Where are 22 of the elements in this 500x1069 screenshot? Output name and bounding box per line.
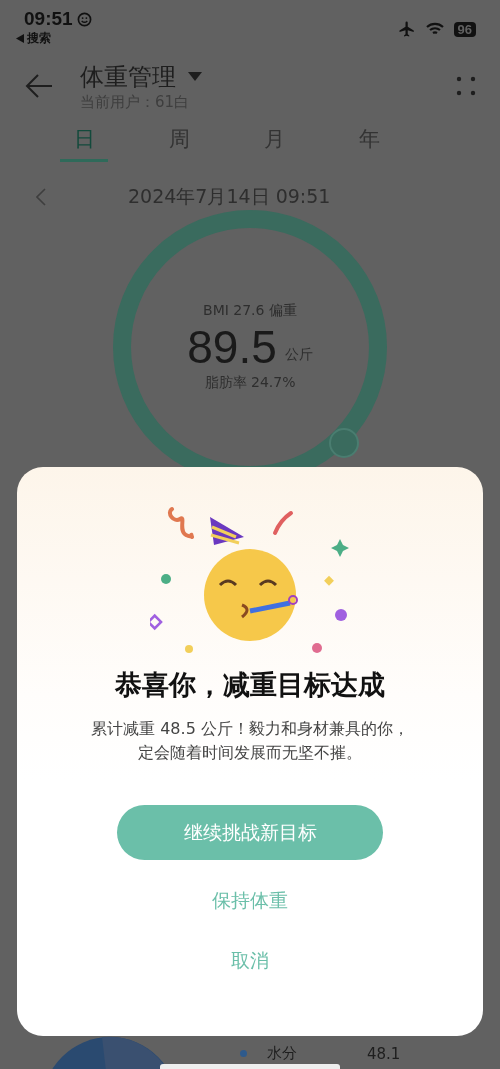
text-button[interactable]: 保持体重: [202, 882, 298, 920]
dropdown-caret-icon[interactable]: [188, 72, 202, 81]
weight-value: 89.5: [187, 320, 277, 374]
airplane-icon: [397, 20, 416, 38]
smiley-icon: [76, 11, 92, 27]
legend-value: 48.1: [367, 1044, 401, 1063]
back-arrow-icon[interactable]: [24, 73, 54, 99]
legend-label: 水分: [267, 1044, 298, 1063]
text-button[interactable]: 取消: [221, 942, 279, 980]
dialog-message: 累计减重 48.5 公斤！毅力和身材兼具的你，定会随着时间发展而无坚不摧。: [90, 718, 410, 764]
period-tab[interactable]: 日: [60, 116, 108, 162]
back-triangle-icon: [16, 34, 24, 43]
dialog-title: 恭喜你，减重目标达成: [115, 668, 385, 702]
status-time: 09:51: [24, 8, 73, 30]
primary-button[interactable]: 继续挑战新目标: [117, 805, 383, 860]
ring-knob: [329, 428, 359, 458]
more-icon[interactable]: [456, 76, 476, 96]
back-to-app-link[interactable]: 搜索: [16, 30, 92, 47]
battery-level: 96: [453, 21, 476, 37]
page-title: 体重管理: [80, 61, 176, 93]
wifi-icon: [425, 22, 444, 36]
previous-chevron-icon[interactable]: [36, 188, 46, 206]
